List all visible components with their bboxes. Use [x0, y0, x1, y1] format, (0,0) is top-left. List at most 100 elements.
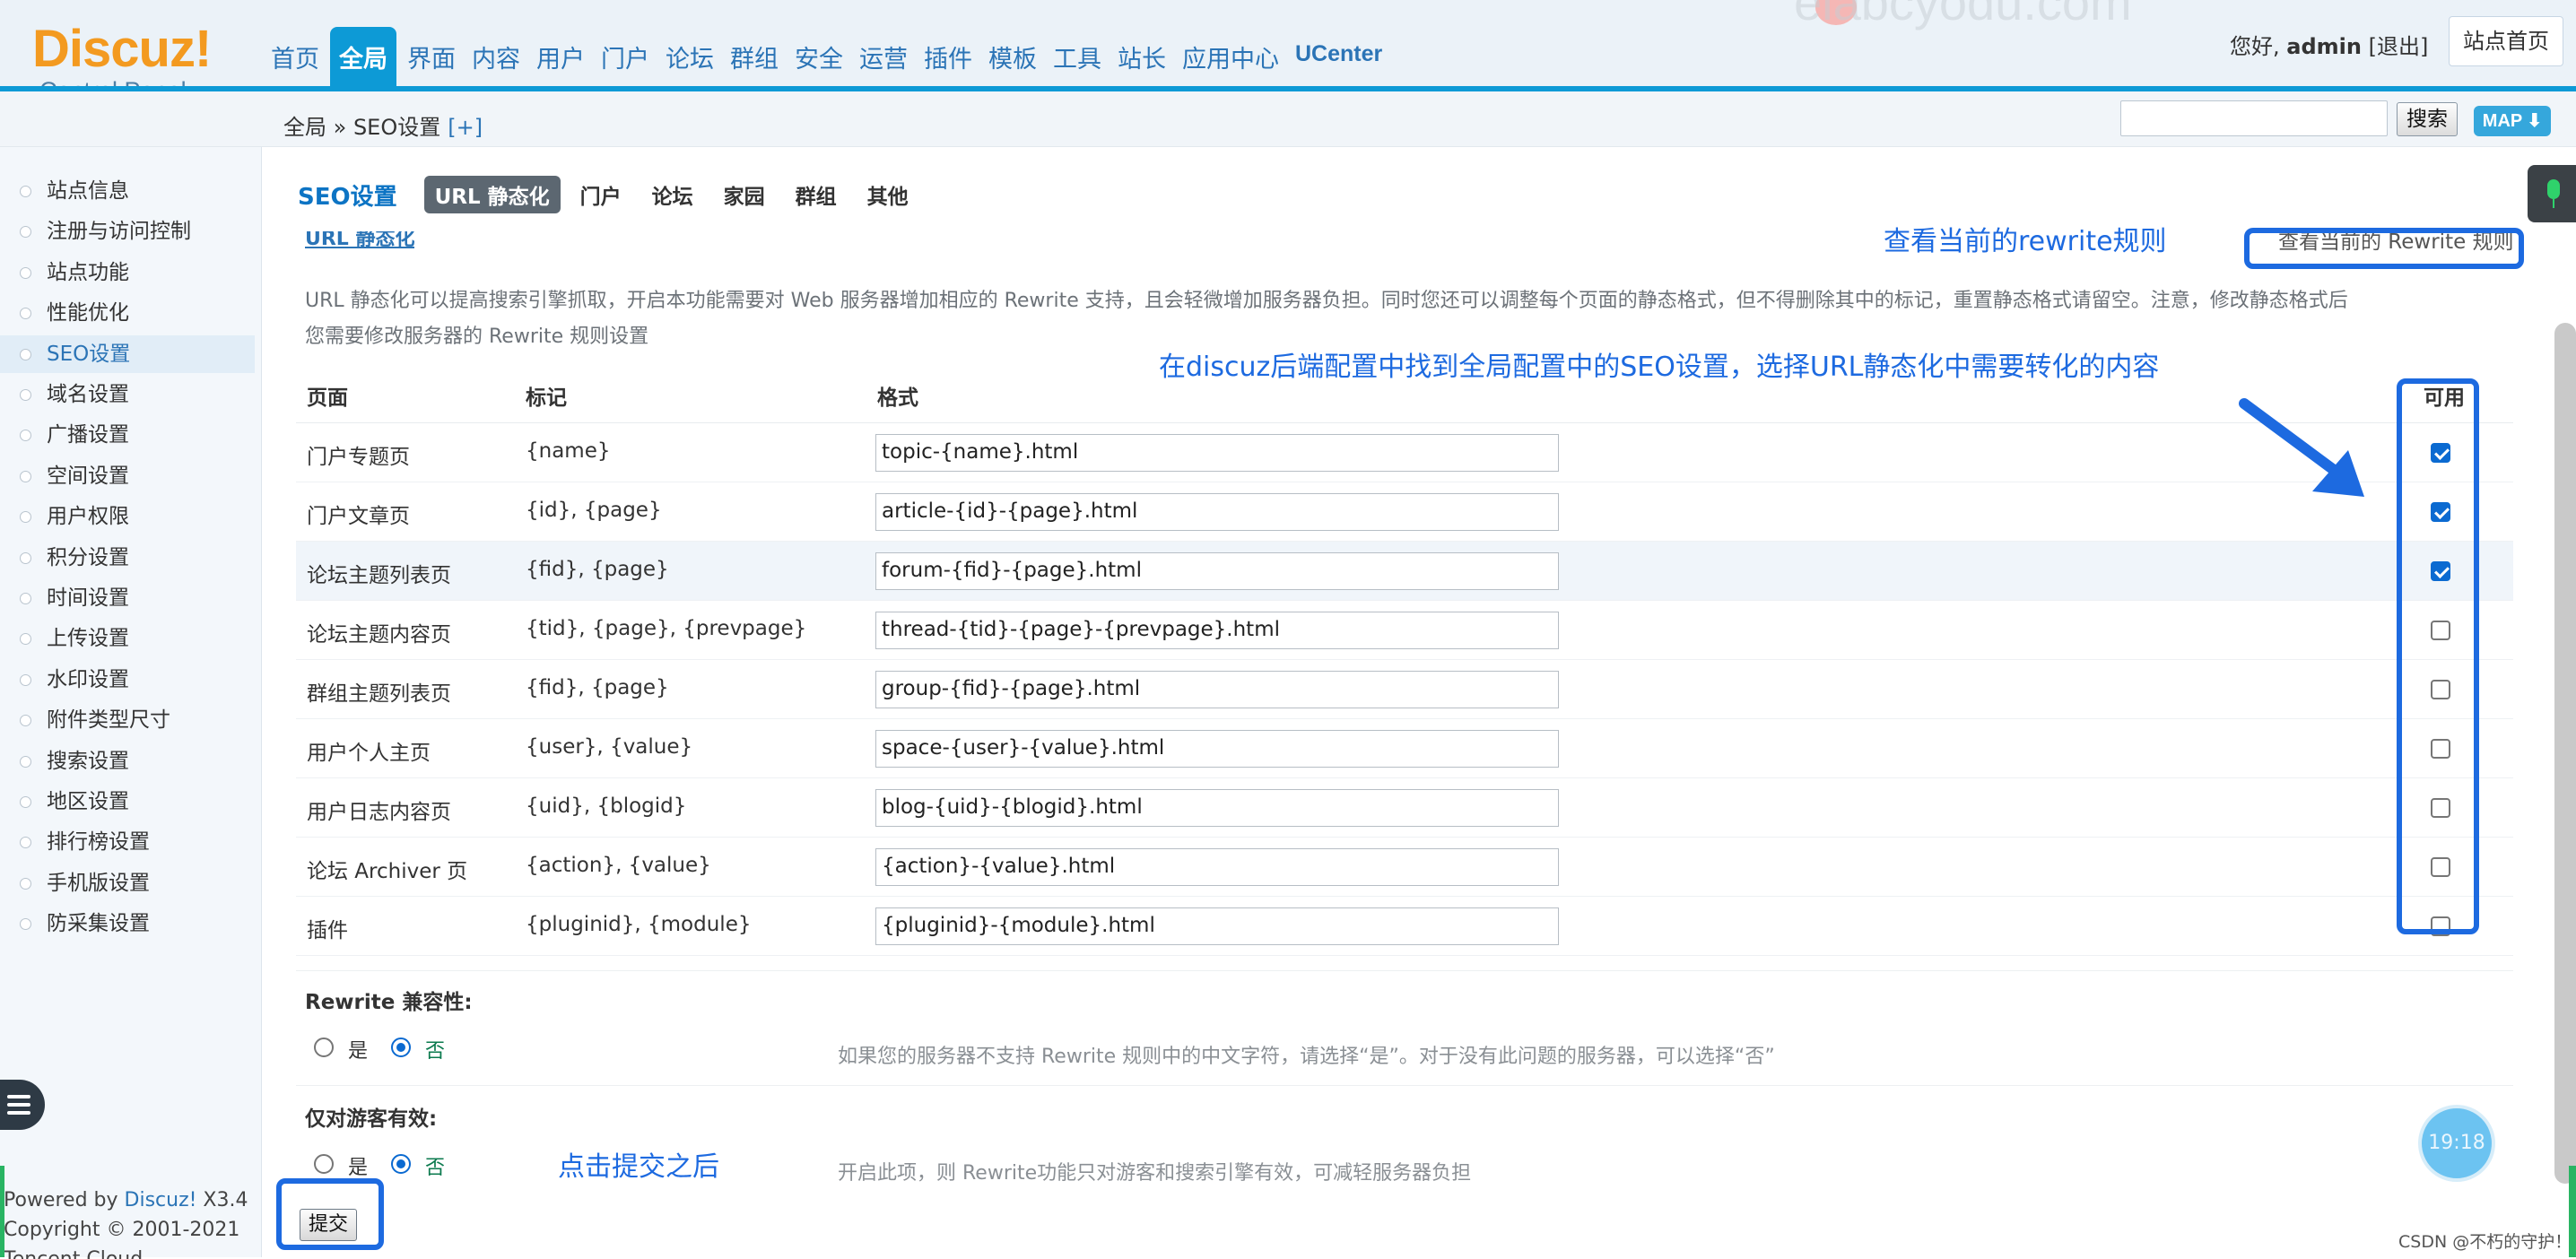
table-row: 插件 {pluginid}, {module} {pluginid}-{module…	[296, 897, 2513, 956]
bullet-icon	[20, 715, 31, 726]
tab-4[interactable]: 群组	[796, 179, 837, 210]
rewrite-compat-no-radio[interactable]	[391, 1038, 411, 1057]
sidebar-item-2[interactable]: 站点功能	[0, 254, 255, 291]
nav-item-4[interactable]: 用户	[531, 27, 590, 86]
sidebar-item-label: 上传设置	[47, 627, 129, 650]
rewrite-compat-hint: 如果您的服务器不支持 Rewrite 规则中的中文字符，请选择“是”。对于没有此…	[838, 1046, 1775, 1068]
sidebar-item-12[interactable]: 水印设置	[0, 661, 255, 699]
sidebar-item-13[interactable]: 附件类型尺寸	[0, 701, 255, 739]
sidebar-item-9[interactable]: 积分设置	[0, 539, 255, 577]
nav-item-14[interactable]: 应用中心	[1177, 27, 1284, 86]
bullet-icon	[20, 389, 31, 401]
sidebar-item-5[interactable]: 域名设置	[0, 376, 255, 413]
nav-item-5[interactable]: 门户	[596, 27, 655, 86]
sidebar-item-4[interactable]: SEO设置	[0, 335, 255, 373]
tab-5[interactable]: 其他	[867, 179, 909, 210]
breadcrumb-path[interactable]: 全局 » SEO设置	[283, 115, 440, 140]
sidebar-item-3[interactable]: 性能优化	[0, 294, 255, 332]
search-button[interactable]: 搜索	[2397, 102, 2458, 136]
nav-item-2[interactable]: 界面	[402, 27, 461, 86]
breadcrumb: 全局 » SEO设置 [+]	[283, 109, 483, 141]
sidebar-item-15[interactable]: 地区设置	[0, 783, 255, 821]
user-greeting: 您好, admin [退出]	[2230, 29, 2428, 60]
powered-by: Powered by Discuz! X3.4 Copyright © 2001…	[4, 1185, 248, 1259]
sidebar-item-label: 手机版设置	[47, 872, 150, 895]
sidebar-item-11[interactable]: 上传设置	[0, 620, 255, 657]
sidebar-item-8[interactable]: 用户权限	[0, 498, 255, 535]
tab-3[interactable]: 家园	[724, 179, 765, 210]
row-mark: {fid}, {page}	[526, 676, 669, 699]
nav-item-7[interactable]: 群组	[725, 27, 784, 86]
nav-item-1[interactable]: 全局	[330, 27, 396, 86]
bullet-icon	[20, 349, 31, 360]
site-home-button[interactable]: 站点首页	[2449, 16, 2563, 66]
sidebar-item-label: 站点功能	[47, 261, 129, 284]
row-format-input[interactable]: article-{id}-{page}.html	[875, 493, 1559, 531]
rewrite-note: 查看当前的rewrite规则	[1884, 226, 2167, 257]
sidebar-item-1[interactable]: 注册与访问控制	[0, 213, 255, 250]
table-row: 群组主题列表页 {fid}, {page} group-{fid}-{page}.h…	[296, 660, 2513, 719]
sidebar-item-17[interactable]: 手机版设置	[0, 864, 255, 902]
powered-brand-link[interactable]: Discuz!	[125, 1189, 197, 1211]
bullet-icon	[20, 837, 31, 848]
bullet-icon	[20, 878, 31, 890]
sidebar-item-label: 空间设置	[47, 465, 129, 488]
row-page-name: 用户日志内容页	[307, 801, 451, 824]
row-format-input[interactable]: blog-{uid}-{blogid}.html	[875, 789, 1559, 827]
bullet-icon	[20, 186, 31, 197]
left-edge-bar	[0, 1166, 4, 1257]
nav-item-3[interactable]: 内容	[466, 27, 526, 86]
row-mark: {user}, {value}	[526, 735, 693, 759]
microphone-icon[interactable]	[2528, 165, 2576, 222]
map-button[interactable]: MAP ⬇	[2474, 106, 2551, 136]
row-format-input[interactable]: {action}-{value}.html	[875, 848, 1559, 886]
page-scrollbar[interactable]	[2554, 323, 2576, 1184]
nav-item-15[interactable]: UCenter	[1290, 27, 1388, 86]
row-format-input[interactable]: forum-{fid}-{page}.html	[875, 552, 1559, 590]
nav-item-6[interactable]: 论坛	[660, 27, 719, 86]
sidebar-item-label: 水印设置	[47, 668, 129, 691]
sidebar-item-label: 时间设置	[47, 586, 129, 610]
guest-only-no-radio[interactable]	[391, 1154, 411, 1174]
table-row: 门户文章页 {id}, {page} article-{id}-{page}.htm…	[296, 482, 2513, 542]
sidebar-item-10[interactable]: 时间设置	[0, 579, 255, 617]
sidebar-item-0[interactable]: 站点信息	[0, 172, 255, 210]
sidebar-item-label: 注册与访问控制	[47, 220, 191, 243]
column-header-page: 页面	[307, 386, 348, 410]
tab-2[interactable]: 论坛	[652, 179, 693, 210]
row-format-input[interactable]: space-{user}-{value}.html	[875, 730, 1559, 768]
divider	[296, 970, 2513, 971]
row-format-input[interactable]: group-{fid}-{page}.html	[875, 671, 1559, 708]
nav-item-12[interactable]: 工具	[1048, 27, 1107, 86]
bullet-icon	[20, 226, 31, 238]
logout-link[interactable]: [退出]	[2369, 34, 2429, 59]
nav-item-13[interactable]: 站长	[1112, 27, 1171, 86]
breadcrumb-add-link[interactable]: [+]	[448, 115, 483, 140]
sidebar-item-6[interactable]: 广播设置	[0, 416, 255, 454]
sidebar-item-label: SEO设置	[47, 343, 131, 366]
rewrite-compat-yes-radio[interactable]	[314, 1038, 334, 1057]
nav-item-10[interactable]: 插件	[918, 27, 978, 86]
bullet-icon	[20, 511, 31, 523]
search-input[interactable]	[2120, 100, 2388, 136]
table-row: 论坛主题内容页 {tid}, {page}, {prevpage} thread-{…	[296, 601, 2513, 660]
tab-0[interactable]: URL 静态化	[423, 176, 561, 213]
row-format-input[interactable]: topic-{name}.html	[875, 434, 1559, 472]
seo-tabs: SEO设置 URL 静态化 门户 论坛 家园 群组 其他	[298, 176, 939, 213]
sidebar-item-16[interactable]: 排行榜设置	[0, 823, 255, 861]
sidebar-item-label: 用户权限	[47, 505, 129, 528]
sidebar-item-18[interactable]: 防采集设置	[0, 905, 255, 942]
tab-1[interactable]: 门户	[580, 179, 622, 210]
sidebar-item-7[interactable]: 空间设置	[0, 457, 255, 495]
nav-item-8[interactable]: 安全	[789, 27, 849, 86]
guest-only-no-label: 否	[425, 1157, 446, 1179]
row-format-input[interactable]: {pluginid}-{module}.html	[875, 907, 1559, 945]
column-header-format: 格式	[877, 386, 918, 410]
nav-item-0[interactable]: 首页	[265, 27, 325, 86]
nav-item-11[interactable]: 模板	[983, 27, 1042, 86]
row-format-input[interactable]: thread-{tid}-{page}-{prevpage}.html	[875, 612, 1559, 649]
guest-only-yes-radio[interactable]	[314, 1154, 334, 1174]
sidebar-item-14[interactable]: 搜索设置	[0, 742, 255, 780]
nav-item-9[interactable]: 运营	[854, 27, 913, 86]
bullet-icon	[20, 593, 31, 604]
